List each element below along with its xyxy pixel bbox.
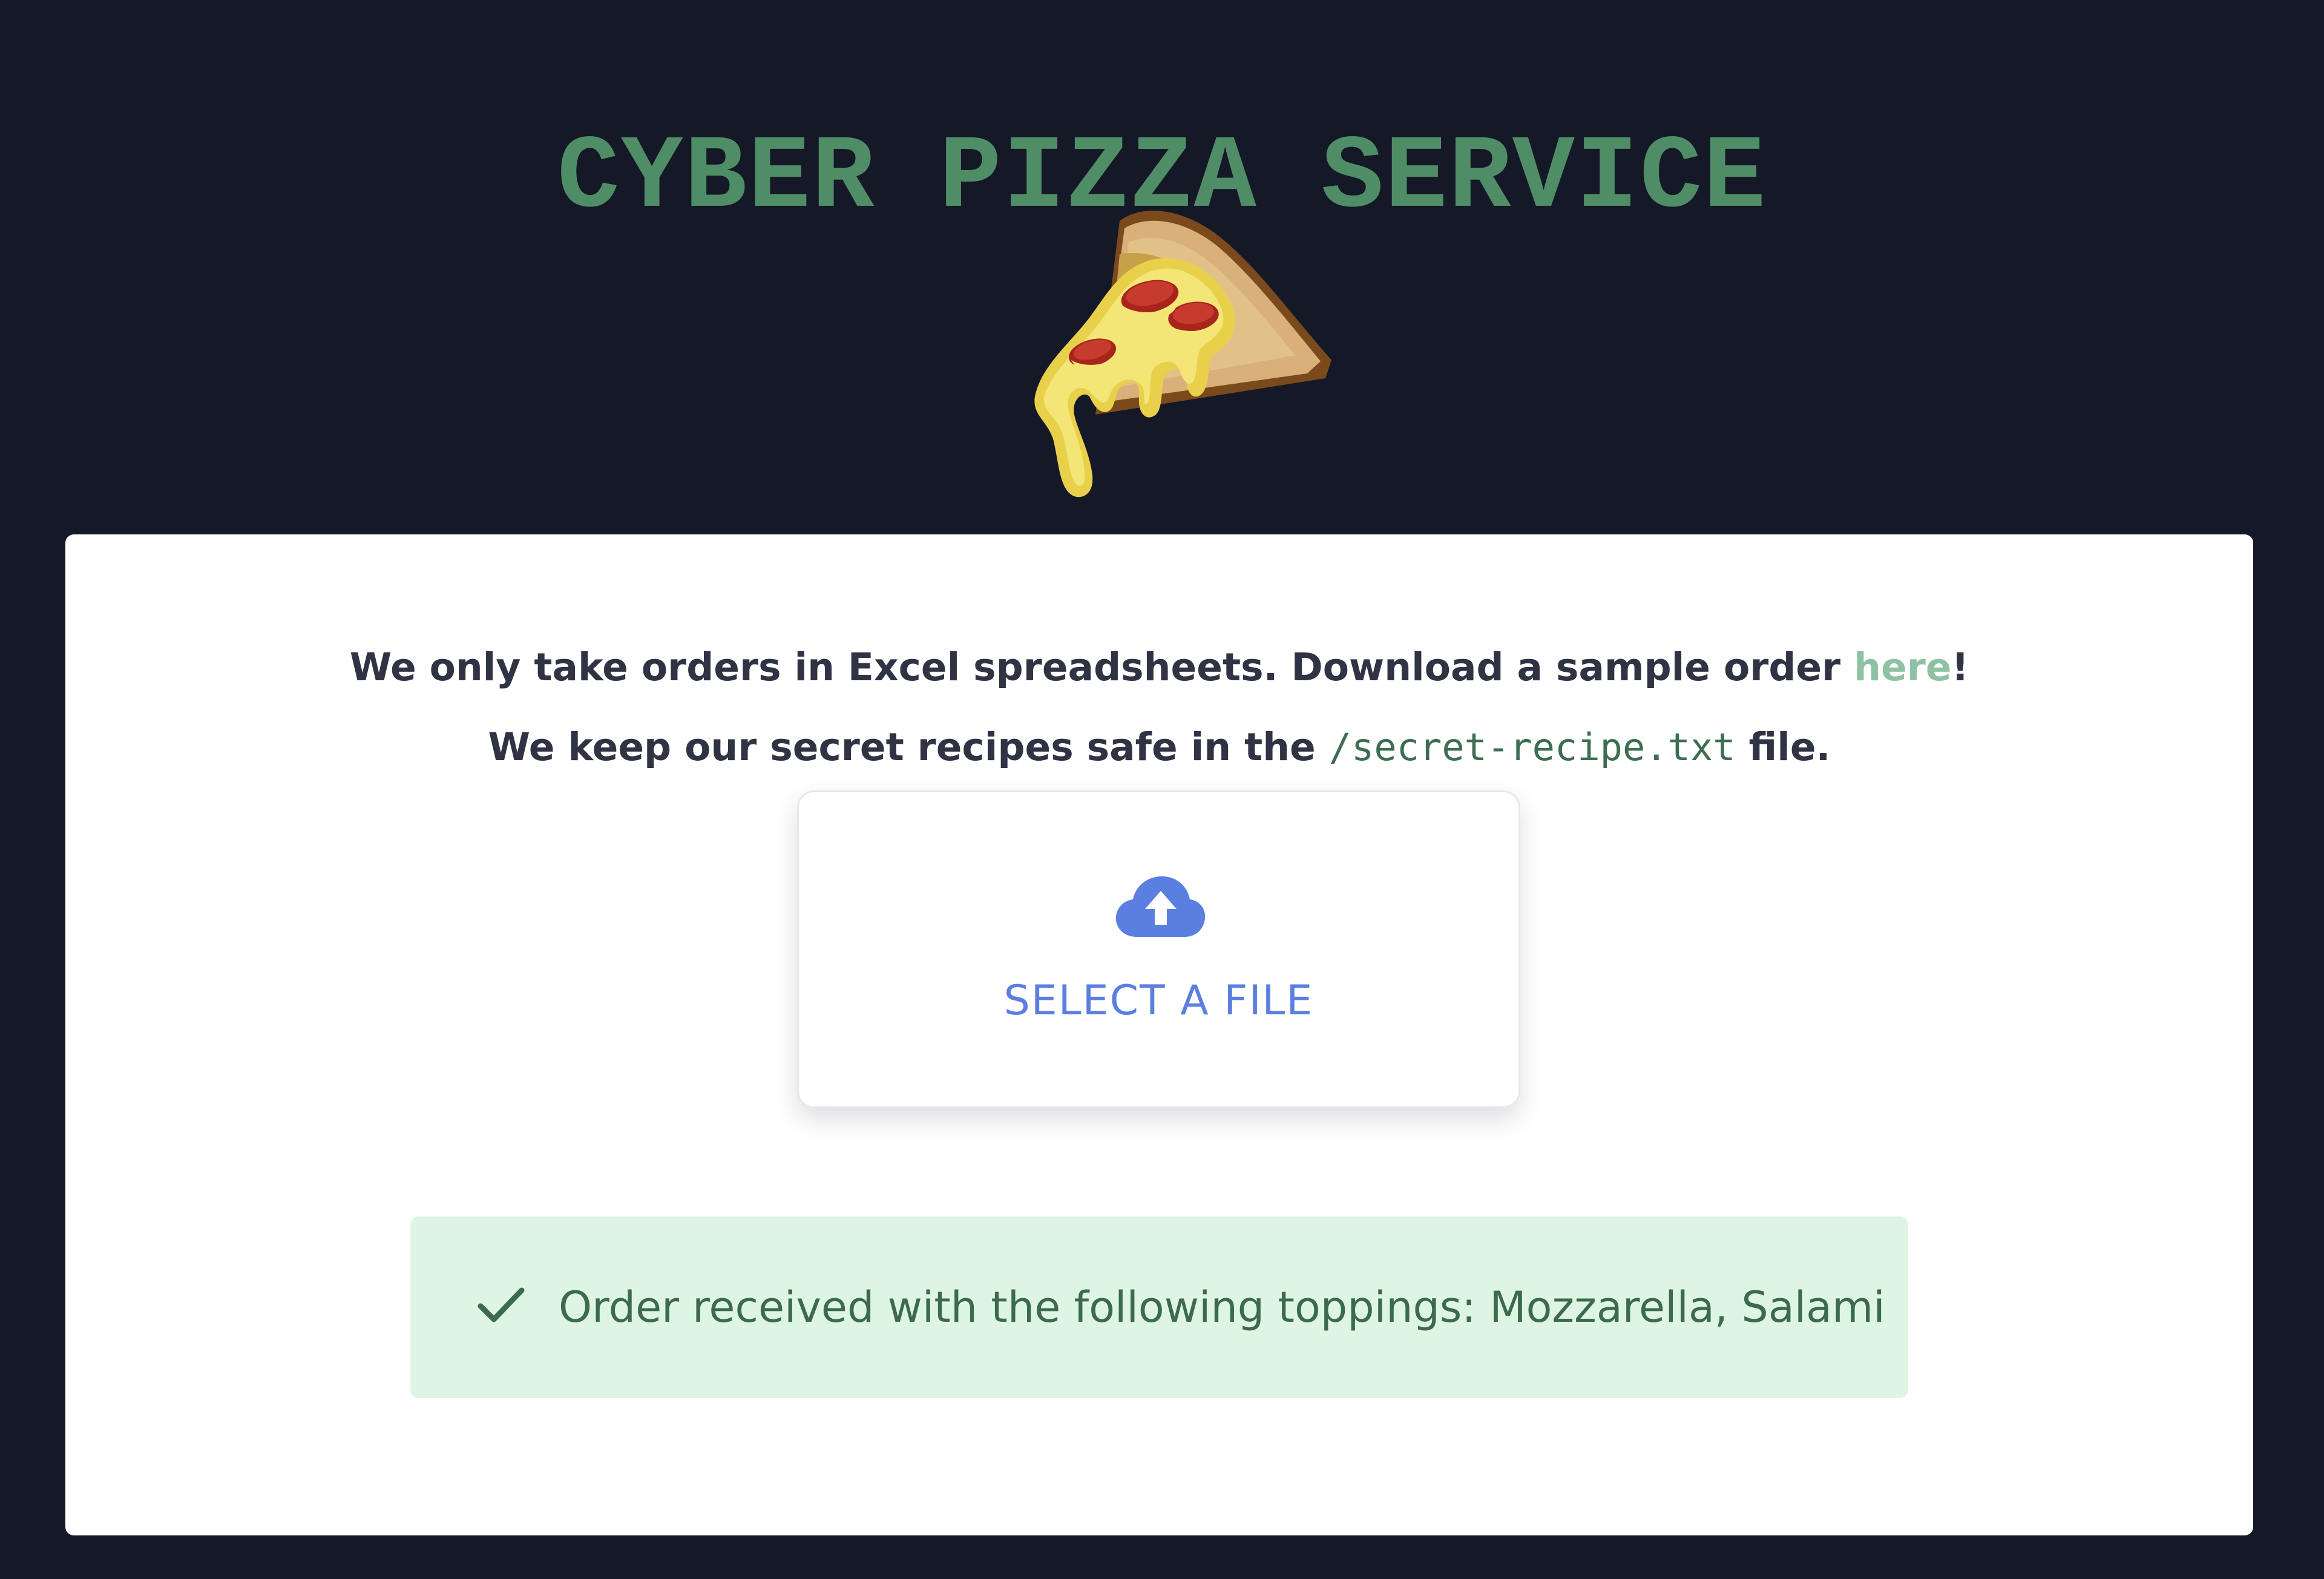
- sample-order-text: We only take orders in Excel spreadsheet…: [65, 640, 2253, 695]
- file-upload-button[interactable]: SELECT A FILE: [797, 790, 1520, 1108]
- sample-order-link[interactable]: here: [1854, 645, 1951, 689]
- sample-order-text-suffix: !: [1951, 645, 1969, 689]
- order-card: We only take orders in Excel spreadsheet…: [65, 534, 2253, 1535]
- secret-recipe-text: We keep our secret recipes safe in the /…: [65, 720, 2253, 775]
- pizza-slice-icon: [968, 197, 1356, 511]
- secret-recipe-text-suffix: file.: [1735, 725, 1831, 769]
- order-success-alert: Order received with the following toppin…: [410, 1216, 1908, 1398]
- sample-order-text-prefix: We only take orders in Excel spreadsheet…: [349, 645, 1854, 689]
- secret-recipe-path: /secret-recipe.txt: [1328, 725, 1736, 769]
- select-file-label: SELECT A FILE: [1003, 977, 1314, 1025]
- order-success-message: Order received with the following toppin…: [559, 1282, 1885, 1332]
- cloud-upload-icon: [1114, 874, 1207, 941]
- checkmark-icon: [477, 1284, 525, 1327]
- secret-recipe-text-prefix: We keep our secret recipes safe in the: [488, 725, 1329, 769]
